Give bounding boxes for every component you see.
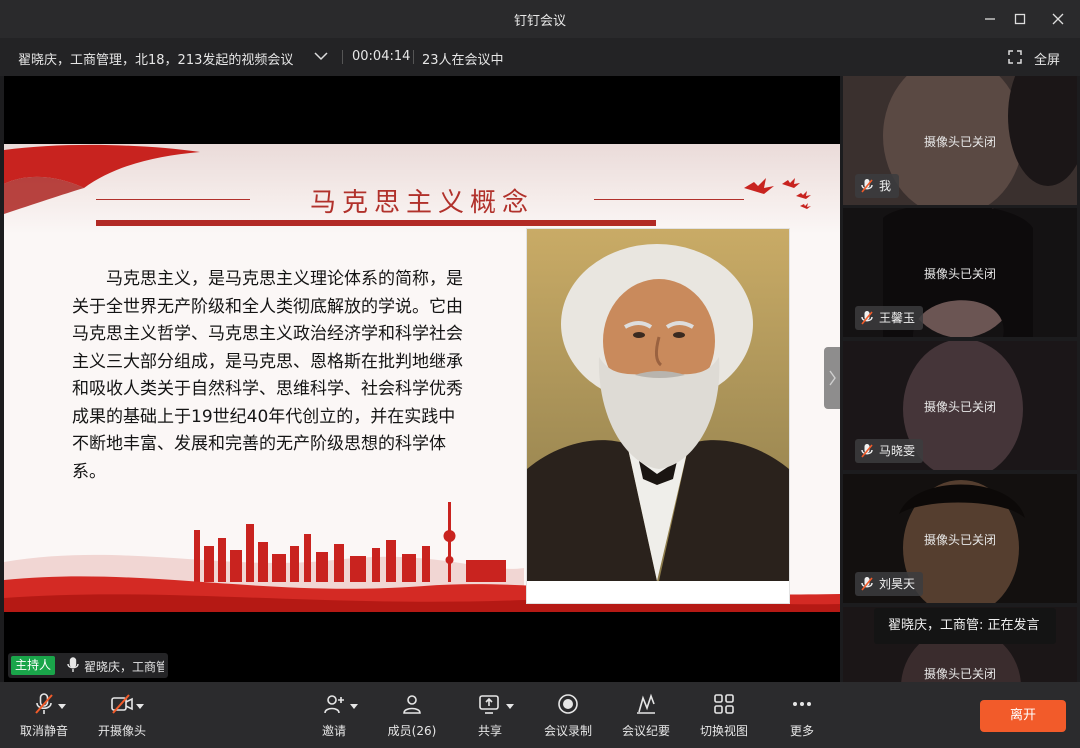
minutes-button[interactable]: 会议纪要: [614, 690, 678, 742]
meeting-timer: 00:04:14: [352, 49, 411, 64]
participant-tile[interactable]: 摄像头已关闭 马晓雯: [843, 341, 1077, 470]
unmute-button[interactable]: 取消静音: [12, 690, 76, 742]
meeting-toolbar: 取消静音 开摄像头 邀请 成员(26) 共享 会议录制 会议纪要 切换视图 更多…: [0, 682, 1080, 748]
microphone-muted-icon: [861, 179, 873, 193]
window-title: 钉钉会议: [513, 14, 566, 29]
record-icon: [558, 694, 578, 714]
fullscreen-icon[interactable]: [1008, 49, 1022, 64]
slide-body-text: 马克思主义，是马克思主义理论体系的简称，是关于全世界无产阶级和全人类彻底解放的学…: [72, 269, 463, 482]
host-name: 翟晓庆，工商管: [84, 660, 164, 674]
more-button[interactable]: 更多: [770, 690, 834, 742]
members-label: 成员(26): [387, 724, 437, 738]
record-button[interactable]: 会议录制: [536, 690, 600, 742]
more-label: 更多: [789, 724, 814, 738]
share-label: 共享: [477, 724, 502, 738]
microphone-icon: [66, 657, 80, 673]
minutes-label: 会议纪要: [621, 724, 670, 738]
more-dots-icon: [793, 702, 811, 706]
meeting-info-bar: 翟晓庆，工商管理，北18，213发起的视频会议 00:04:14 23人在会议中…: [0, 38, 1080, 76]
divider: [342, 50, 343, 64]
panel-toggle-handle[interactable]: [824, 347, 840, 409]
unmute-label: 取消静音: [19, 724, 68, 738]
members-button[interactable]: 成员(26): [380, 690, 444, 742]
window-titlebar: 钉钉会议: [0, 0, 1080, 38]
microphone-muted-icon: [861, 577, 873, 591]
divider: [413, 50, 414, 64]
chevron-down-icon[interactable]: [312, 47, 330, 65]
record-label: 会议录制: [543, 724, 592, 738]
portrait-image: [526, 228, 790, 604]
maximize-icon[interactable]: [1010, 9, 1030, 29]
chevron-right-icon: [829, 370, 836, 386]
add-person-icon: [324, 695, 344, 714]
microphone-muted-icon: [861, 444, 873, 458]
participant-tile[interactable]: 摄像头已关闭 刘昊天: [843, 474, 1077, 603]
microphone-muted-icon: [35, 693, 53, 714]
participant-name-tag: 王馨玉: [855, 306, 924, 330]
camera-off-text: 摄像头已关闭: [923, 533, 996, 547]
caret-down-icon[interactable]: [136, 704, 144, 710]
participant-tile[interactable]: 摄像头已关闭 我: [843, 76, 1077, 205]
invite-label: 邀请: [321, 724, 346, 738]
participant-count[interactable]: 23人在会议中: [422, 49, 504, 68]
switch-view-button[interactable]: 切换视图: [692, 690, 756, 742]
speaking-tooltip: 翟晓庆，工商管: 正在发言: [874, 608, 1056, 644]
camera-on-label: 开摄像头: [97, 724, 146, 738]
slide-title: 马克思主义概念: [309, 188, 534, 218]
fullscreen-button[interactable]: 全屏: [1034, 49, 1060, 68]
participant-name-tag: 刘昊天: [855, 572, 924, 596]
microphone-muted-icon: [861, 311, 873, 325]
members-icon: [403, 695, 421, 714]
participant-name-tag: 马晓雯: [855, 439, 924, 463]
participant-name: 马晓雯: [879, 444, 916, 458]
participant-name: 刘昊天: [879, 577, 916, 591]
participant-name: 我: [879, 179, 892, 193]
participant-video-list: 摄像头已关闭 我 摄像头已关闭 王馨玉 摄像头已关闭 马晓雯 摄像头已关闭 刘昊…: [843, 76, 1080, 682]
meeting-title[interactable]: 翟晓庆，工商管理，北18，213发起的视频会议: [18, 49, 293, 68]
switch-view-label: 切换视图: [699, 724, 748, 738]
camera-off-text: 摄像头已关闭: [923, 135, 996, 149]
minutes-icon: [637, 693, 655, 714]
camera-off-text: 摄像头已关闭: [923, 667, 996, 681]
active-host-indicator: 主持人 翟晓庆，工商管: [8, 653, 168, 678]
camera-off-text: 摄像头已关闭: [923, 400, 996, 414]
caret-down-icon[interactable]: [506, 704, 514, 710]
grid-view-icon: [714, 694, 734, 714]
leave-meeting-button[interactable]: 离开: [980, 700, 1066, 732]
participant-name-tag: 我: [855, 174, 900, 198]
share-button[interactable]: 共享: [458, 690, 522, 742]
minimize-icon[interactable]: [980, 9, 1000, 29]
invite-button[interactable]: 邀请: [302, 690, 366, 742]
screen-share-icon: [479, 695, 499, 714]
caret-down-icon[interactable]: [58, 704, 66, 710]
host-badge: 主持人: [11, 656, 56, 675]
bearded-man-portrait: [527, 229, 789, 603]
participant-tile[interactable]: 摄像头已关闭 王馨玉: [843, 208, 1077, 337]
close-icon[interactable]: [1048, 9, 1068, 29]
caret-down-icon[interactable]: [350, 704, 358, 710]
title-underline-bar: [96, 220, 656, 226]
camera-on-button[interactable]: 开摄像头: [90, 690, 154, 742]
shared-slide: 马克思主义概念 马克思主义，是马克思主义理论体系的简称，是关于全世界无产阶级和全…: [4, 144, 840, 612]
participant-name: 王馨玉: [879, 311, 916, 325]
camera-off-text: 摄像头已关闭: [923, 267, 996, 281]
camera-off-icon: [111, 694, 133, 714]
